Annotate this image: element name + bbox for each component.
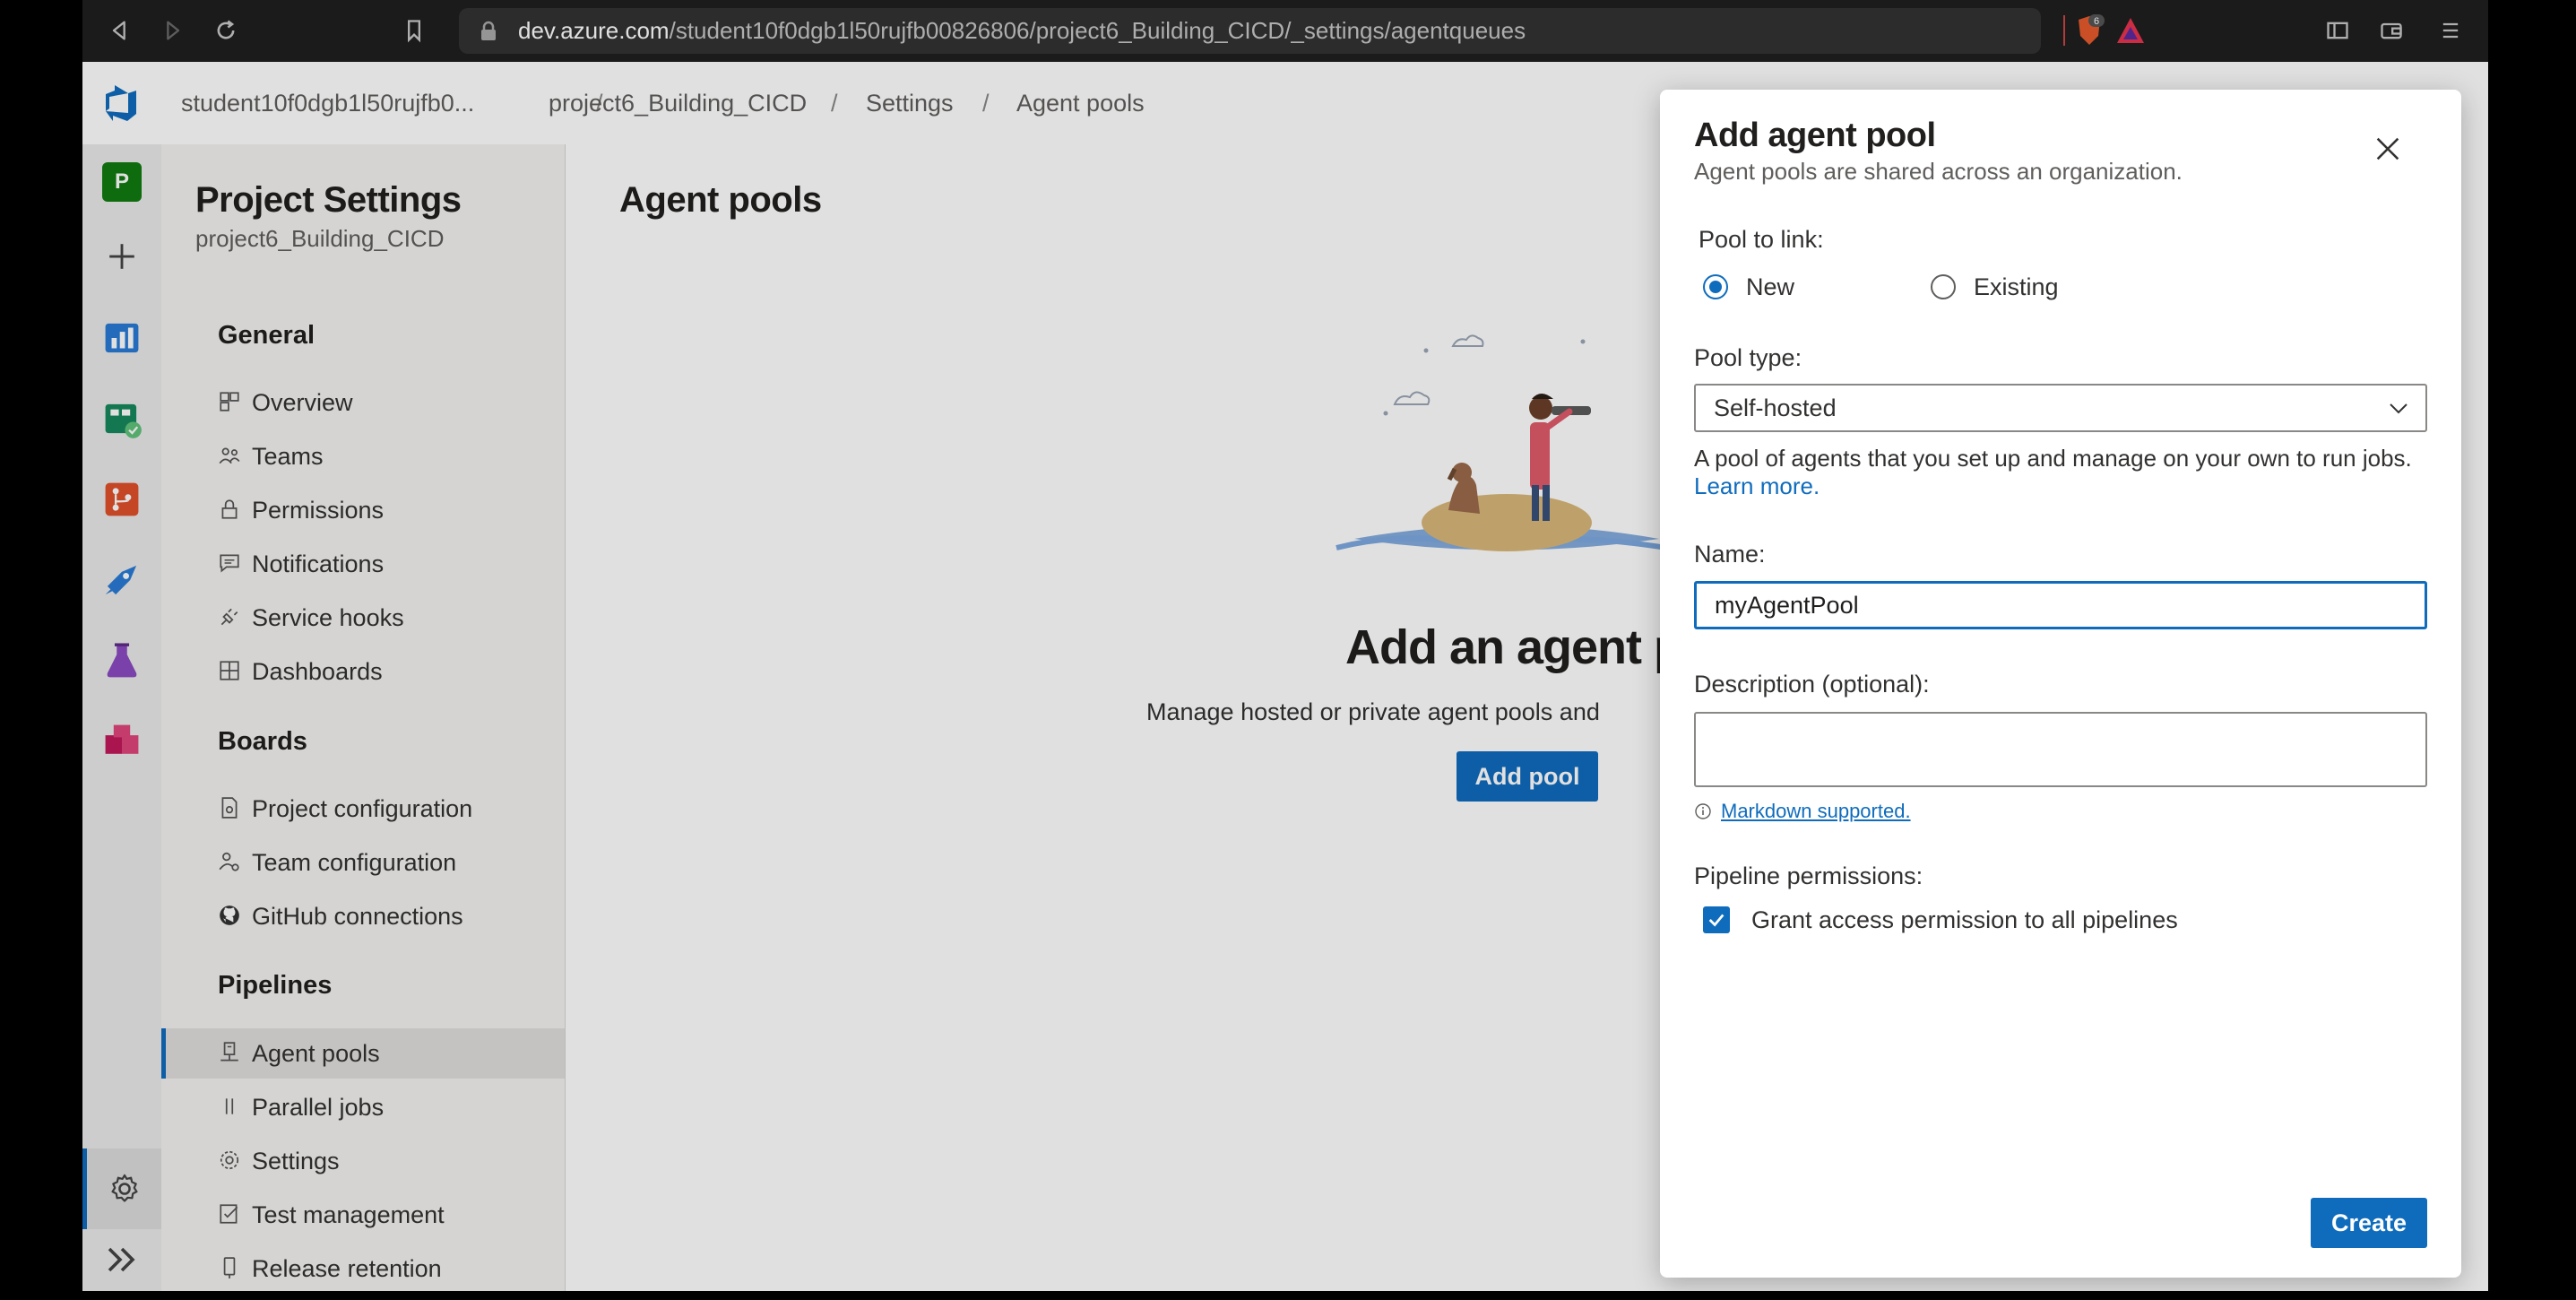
checkmark-icon [1708, 914, 1725, 927]
pool-type-dropdown[interactable]: Self-hosted [1694, 384, 2427, 432]
close-button[interactable] [2364, 126, 2411, 172]
radio-new[interactable]: New [1703, 269, 1794, 305]
panel-title: Add agent pool [1694, 117, 1936, 154]
pool-type-value: Self-hosted [1714, 394, 1837, 421]
learn-more-link[interactable]: Learn more. [1694, 472, 1820, 499]
chevron-down-icon [2390, 403, 2407, 414]
radio-circle [1703, 274, 1728, 299]
markdown-supported-link[interactable]: Markdown supported. [1721, 800, 1911, 823]
browser-window: dev.azure.com/student10f0dgb1l50rujfb008… [82, 0, 2488, 1291]
name-label: Name: [1694, 541, 1766, 568]
description-label: Description (optional): [1694, 671, 1930, 698]
radio-circle [1931, 274, 1956, 299]
grant-access-row: Grant access permission to all pipelines [1694, 902, 2178, 938]
pool-type-help: A pool of agents that you set up and man… [1694, 445, 2412, 472]
panel-subtitle: Agent pools are shared across an organiz… [1694, 158, 2183, 185]
description-input[interactable] [1694, 712, 2427, 787]
radio-existing[interactable]: Existing [1931, 269, 2059, 305]
pool-type-label: Pool type: [1694, 344, 1802, 371]
grant-access-checkbox[interactable] [1703, 906, 1730, 933]
create-button[interactable]: Create [2311, 1198, 2427, 1248]
grant-access-label: Grant access permission to all pipelines [1751, 906, 2178, 933]
pool-type-help-text: A pool of agents that you set up and man… [1694, 445, 2427, 500]
pipeline-permissions-label: Pipeline permissions: [1694, 862, 1923, 889]
add-agent-pool-panel: Add agent pool Agent pools are shared ac… [1660, 90, 2461, 1278]
pool-to-link-label: Pool to link: [1699, 226, 1824, 253]
info-icon [1695, 803, 1711, 819]
close-icon [2376, 137, 2399, 160]
radio-existing-label: Existing [1974, 273, 2059, 300]
radio-new-label: New [1746, 273, 1795, 300]
name-input[interactable] [1694, 581, 2427, 629]
markdown-hint: Markdown supported. [1694, 798, 1911, 825]
